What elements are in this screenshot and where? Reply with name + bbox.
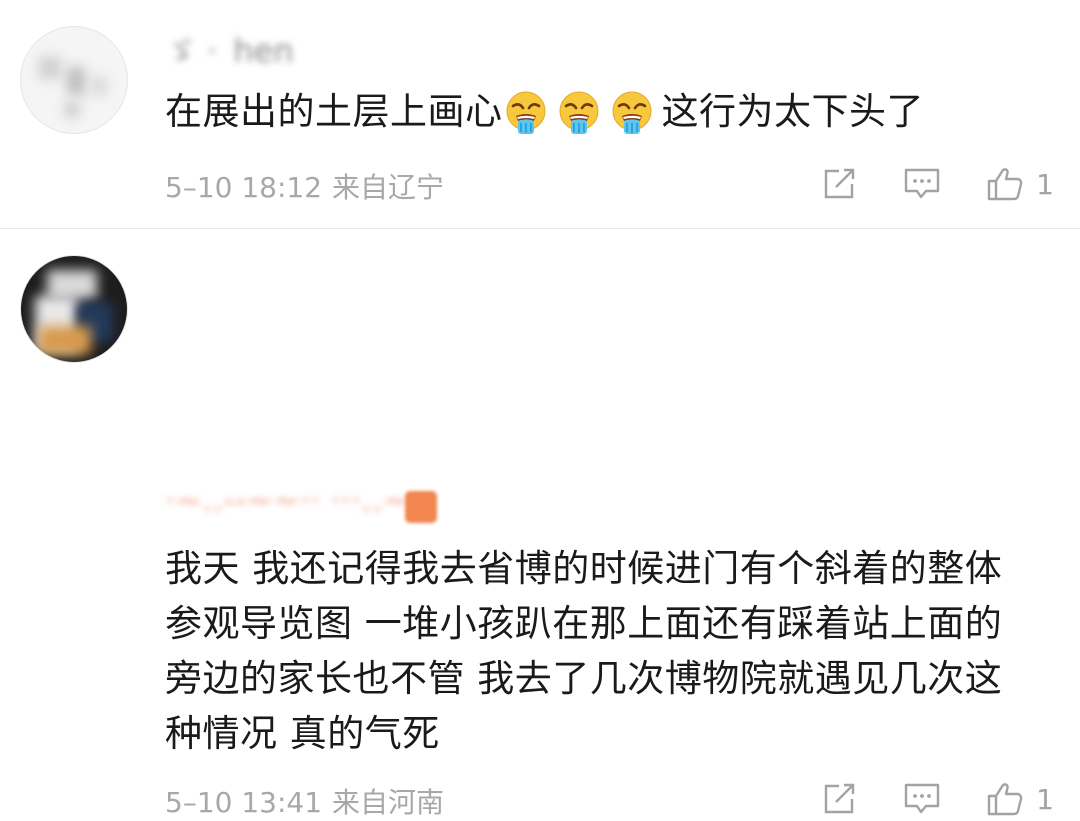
comment-item: ゞ · hen 在展出的土层上画心 这行为太下头了 5–10 18:12 来自辽宁 …	[0, 0, 1080, 228]
like-count: 1	[1036, 167, 1054, 201]
comment-text: 我天 我还记得我去省博的时候进门有个斜着的整体 参观导览图 一堆小孩趴在那上面还…	[165, 547, 1003, 755]
emoji-row	[503, 88, 662, 134]
comment-date: 5–10 18:12	[165, 171, 323, 204]
share-icon	[824, 783, 855, 814]
like-count: 1	[1036, 782, 1054, 816]
drooling-face-emoji-icon	[559, 91, 598, 134]
member-badge-icon	[405, 491, 437, 523]
thumbs-up-icon	[987, 168, 1023, 201]
comment-date: 5–10 13:41	[165, 786, 323, 819]
username[interactable]: ·~‥--~~·· ···‥~~	[165, 481, 436, 521]
comment-icon	[904, 168, 940, 199]
avatar[interactable]	[20, 255, 128, 363]
comment-text-part: 在展出的土层上画心	[165, 90, 503, 133]
comment-text-part: 这行为太下头了	[661, 90, 924, 133]
share-icon	[824, 168, 855, 199]
comment-meta: 5–10 13:41 来自河南	[165, 781, 444, 821]
drooling-face-emoji-icon	[506, 91, 545, 134]
username[interactable]: ゞ · hen	[165, 26, 294, 70]
drooling-face-emoji-icon	[612, 91, 651, 134]
comment-meta: 5–10 18:12 来自辽宁	[165, 166, 444, 206]
like-button[interactable]: 1	[986, 166, 1054, 202]
comment-text: 在展出的土层上画心 这行为太下头了	[165, 82, 924, 139]
comment-actions: 1	[822, 164, 1054, 204]
comment-location: 来自辽宁	[332, 171, 445, 204]
thumbs-up-icon	[987, 783, 1023, 816]
comment-item: ·~‥--~~·· ···‥~~ 我天 我还记得我去省博的时候进门有个斜着的整体…	[0, 229, 1080, 819]
share-button[interactable]	[822, 167, 858, 201]
avatar[interactable]	[20, 26, 128, 134]
comment-icon	[904, 783, 940, 814]
share-button[interactable]	[822, 782, 858, 816]
like-button[interactable]: 1	[986, 781, 1054, 817]
reply-button[interactable]	[903, 166, 941, 202]
comment-actions: 1	[822, 779, 1054, 819]
comment-location: 来自河南	[332, 786, 445, 819]
reply-button[interactable]	[903, 781, 941, 817]
